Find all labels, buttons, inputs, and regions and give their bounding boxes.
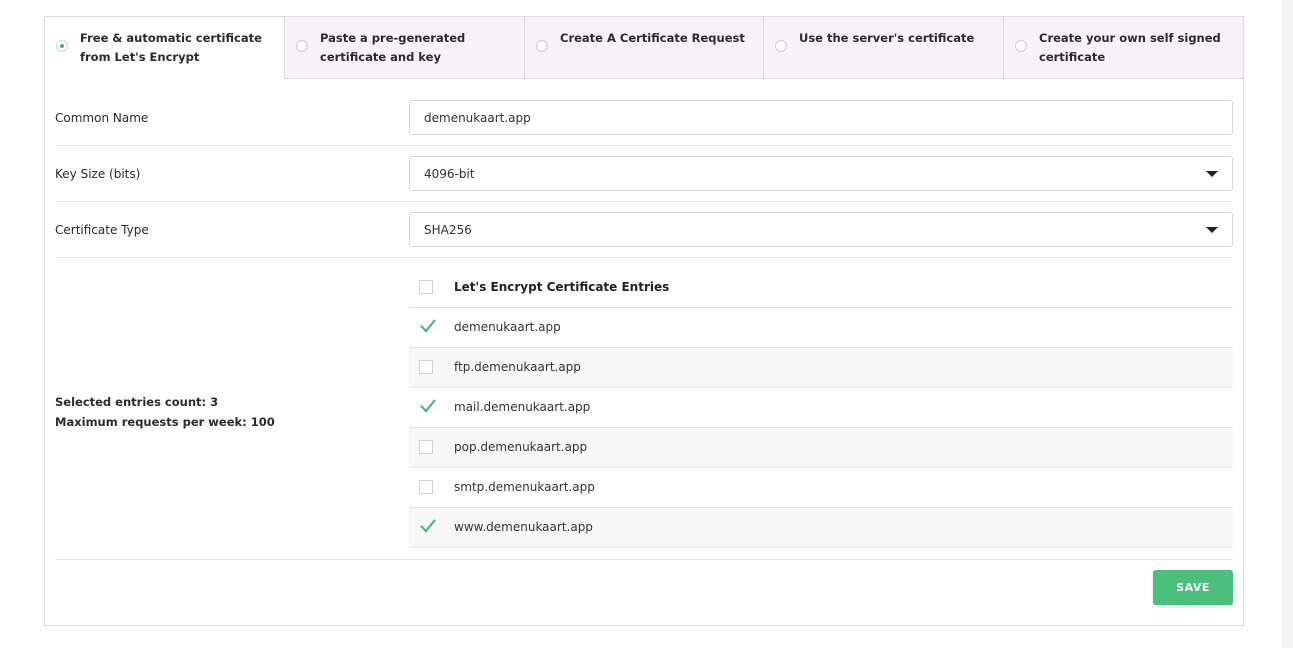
certificate-type-select[interactable]: SHA256	[409, 212, 1233, 247]
table-row: demenukaart.app	[409, 308, 1233, 348]
common-name-row: Common Name	[55, 90, 1233, 146]
tab-self-signed[interactable]: Create your own self signed certificate	[1004, 17, 1243, 79]
entry-label: mail.demenukaart.app	[454, 400, 591, 414]
entry-label: ftp.demenukaart.app	[454, 360, 581, 374]
caret-down-icon	[1206, 171, 1218, 177]
table-row: ftp.demenukaart.app	[409, 348, 1233, 388]
common-name-label: Common Name	[55, 111, 149, 125]
entry-label: demenukaart.app	[454, 320, 561, 334]
page-background: Free & automatic certificate from Let's …	[0, 0, 1282, 648]
tab-server-certificate[interactable]: Use the server's certificate	[764, 17, 1004, 79]
table-row: www.demenukaart.app	[409, 508, 1233, 548]
checkmark-icon	[420, 399, 436, 413]
tab-paste-certificate[interactable]: Paste a pre-generated certificate and ke…	[285, 17, 525, 79]
selected-entries-count: Selected entries count: 3	[55, 395, 219, 409]
radio-icon[interactable]	[296, 40, 308, 52]
key-size-row: Key Size (bits) 4096-bit	[55, 146, 1233, 202]
checkmark-icon	[420, 519, 436, 533]
radio-icon[interactable]	[536, 40, 548, 52]
key-size-select[interactable]: 4096-bit	[409, 156, 1233, 191]
tab-label: Create A Certificate Request	[560, 31, 745, 45]
entry-checkbox[interactable]	[419, 360, 433, 374]
entries-summary: Selected entries count: 3 Maximum reques…	[55, 392, 275, 432]
ssl-certificate-panel: Free & automatic certificate from Let's …	[44, 16, 1244, 626]
radio-icon[interactable]	[1015, 40, 1027, 52]
certificate-type-value: SHA256	[424, 223, 472, 237]
table-row: pop.demenukaart.app	[409, 428, 1233, 468]
radio-icon[interactable]	[775, 40, 787, 52]
key-size-value: 4096-bit	[424, 167, 475, 181]
checkmark-icon	[420, 319, 436, 333]
tab-lets-encrypt[interactable]: Free & automatic certificate from Let's …	[45, 17, 285, 80]
entry-checkbox[interactable]	[419, 399, 436, 414]
entry-label: pop.demenukaart.app	[454, 440, 588, 454]
caret-down-icon	[1206, 227, 1218, 233]
entries-table: Let's Encrypt Certificate Entries demenu…	[409, 268, 1233, 548]
tab-label: Use the server's certificate	[799, 31, 975, 45]
key-size-label: Key Size (bits)	[55, 167, 141, 181]
entries-header-label: Let's Encrypt Certificate Entries	[454, 280, 670, 294]
save-button[interactable]: SAVE	[1153, 570, 1233, 605]
certificate-type-row: Certificate Type SHA256	[55, 202, 1233, 258]
entries-header-row: Let's Encrypt Certificate Entries	[409, 268, 1233, 308]
max-requests-per-week: Maximum requests per week: 100	[55, 415, 275, 429]
entry-checkbox[interactable]	[419, 519, 436, 534]
certificate-type-label: Certificate Type	[55, 223, 149, 237]
certificate-source-tabs: Free & automatic certificate from Let's …	[45, 17, 1243, 80]
select-all-checkbox[interactable]	[419, 280, 433, 294]
tab-label: Create your own self signed certificate	[1039, 31, 1221, 64]
entry-checkbox[interactable]	[419, 480, 433, 494]
table-row: smtp.demenukaart.app	[409, 468, 1233, 508]
tab-certificate-request[interactable]: Create A Certificate Request	[525, 17, 764, 79]
entry-checkbox[interactable]	[419, 319, 436, 334]
common-name-input[interactable]	[409, 100, 1233, 135]
table-row: mail.demenukaart.app	[409, 388, 1233, 428]
tab-label: Free & automatic certificate from Let's …	[80, 31, 262, 64]
tab-label: Paste a pre-generated certificate and ke…	[320, 31, 466, 64]
entry-checkbox[interactable]	[419, 440, 433, 454]
entry-label: www.demenukaart.app	[454, 520, 593, 534]
radio-icon[interactable]	[56, 40, 68, 52]
entry-label: smtp.demenukaart.app	[454, 480, 595, 494]
